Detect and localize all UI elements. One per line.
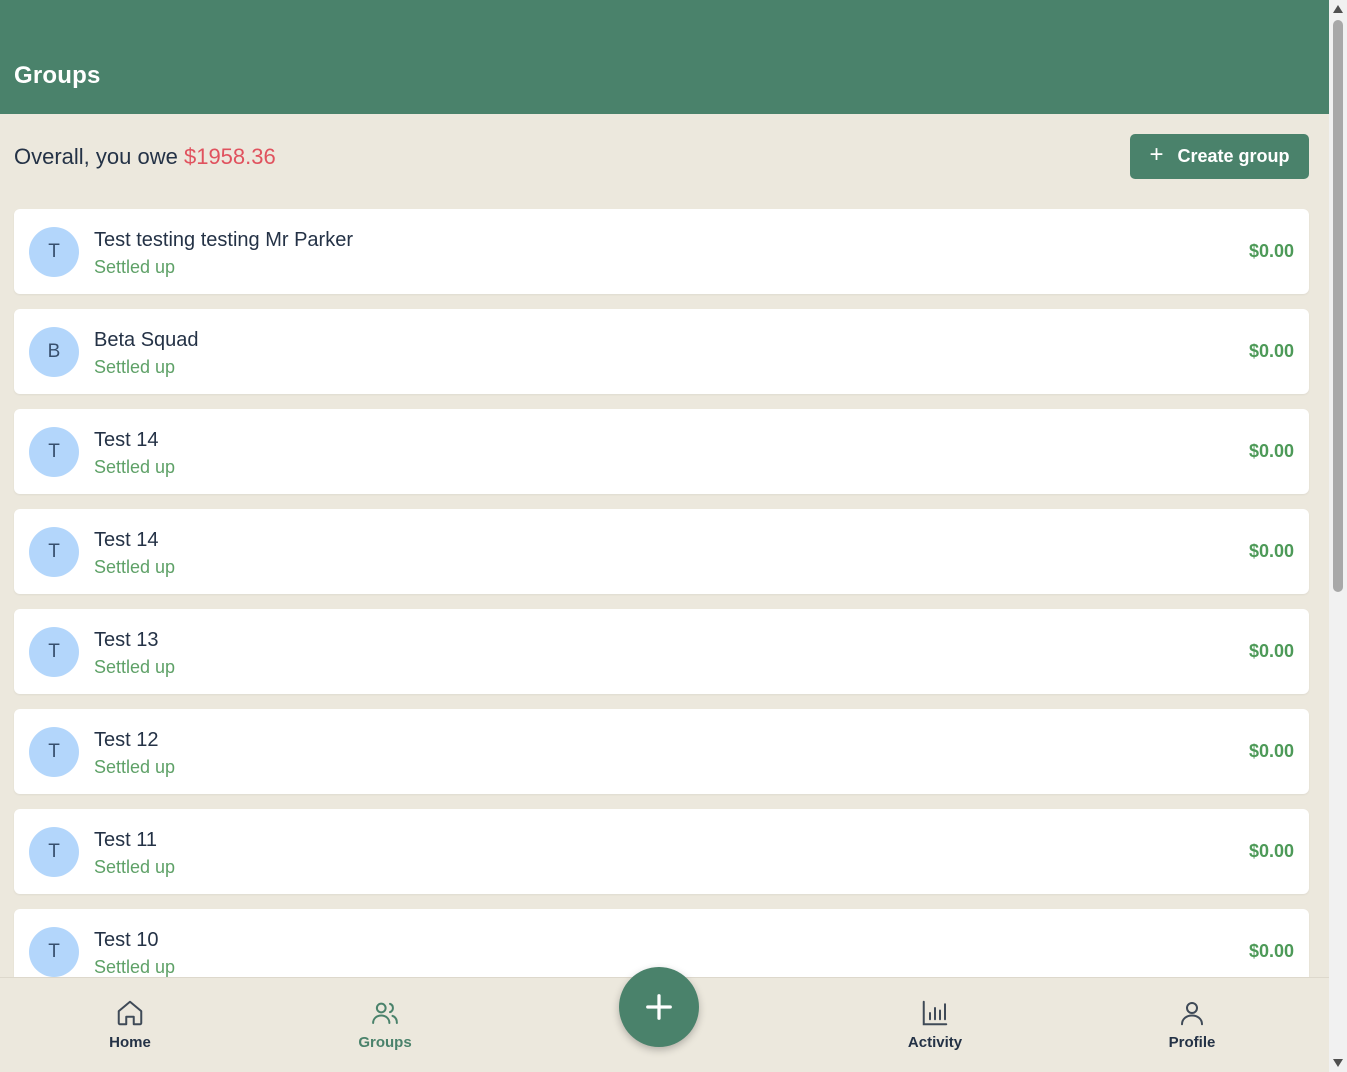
group-card[interactable]: T Test 14 Settled up $0.00 [14, 509, 1309, 594]
nav-home[interactable]: Home [70, 998, 190, 1051]
nav-activity-label: Activity [907, 1034, 963, 1051]
group-status: Settled up [94, 757, 176, 777]
group-name: Test 12 [94, 729, 159, 751]
group-list: T Test testing testing Mr Parker Settled u… [14, 209, 1309, 1009]
group-name: Beta Squad [94, 329, 199, 351]
group-balance: $0.00 [1248, 341, 1294, 361]
group-avatar: T [29, 727, 79, 777]
nav-home-label: Home [109, 1034, 151, 1051]
vertical-scrollbar[interactable] [1329, 0, 1347, 1072]
group-name: Test 14 [94, 429, 159, 451]
nav-profile[interactable]: Profile [1132, 998, 1252, 1051]
group-avatar: T [29, 227, 79, 277]
nav-activity[interactable]: Activity [875, 998, 995, 1051]
summary-prefix: Overall, you owe [14, 144, 184, 169]
group-avatar: T [29, 927, 79, 977]
nav-profile-label: Profile [1168, 1034, 1216, 1051]
group-balance: $0.00 [1248, 741, 1294, 761]
group-status: Settled up [94, 957, 176, 977]
group-avatar: T [29, 427, 79, 477]
users-icon [372, 1002, 398, 1024]
home-icon [117, 1000, 143, 1026]
nav-groups[interactable]: Groups [325, 998, 445, 1051]
group-name: Test 10 [94, 929, 159, 951]
group-balance: $0.00 [1248, 841, 1294, 861]
group-card[interactable]: T Test 11 Settled up $0.00 [14, 809, 1309, 894]
group-avatar: B [29, 327, 79, 377]
group-status: Settled up [94, 357, 176, 377]
scroll-up-arrow-icon[interactable] [1333, 5, 1343, 13]
balance-summary: Overall, you owe $1958.36 [14, 144, 276, 170]
group-balance: $0.00 [1248, 641, 1294, 661]
user-icon [1181, 1002, 1203, 1026]
group-status: Settled up [94, 457, 176, 477]
scroll-down-arrow-icon[interactable] [1333, 1059, 1343, 1067]
group-name: Test 11 [94, 829, 157, 851]
bottom-nav: Home Groups Activity Profile [0, 967, 1329, 1072]
group-name: Test 14 [94, 529, 159, 551]
group-balance: $0.00 [1248, 241, 1294, 261]
group-balance: $0.00 [1248, 441, 1294, 461]
page-title: Groups [14, 62, 101, 89]
group-avatar: T [29, 527, 79, 577]
app-root: Groups Overall, you owe $1958.36 + Creat… [0, 0, 1329, 1072]
group-status: Settled up [94, 857, 176, 877]
summary-row: Overall, you owe $1958.36 + Create group [0, 114, 1329, 209]
group-card[interactable]: T Test 14 Settled up $0.00 [14, 409, 1309, 494]
group-avatar: T [29, 627, 79, 677]
owed-amount: $1958.36 [183, 144, 276, 169]
scrollbar-thumb[interactable] [1333, 20, 1343, 592]
group-card[interactable]: T Test testing testing Mr Parker Settled u… [14, 209, 1309, 294]
group-name: Test testing testing Mr Parker [94, 229, 353, 251]
group-avatar: T [29, 827, 79, 877]
group-card[interactable]: T Test 12 Settled up $0.00 [14, 709, 1309, 794]
group-status: Settled up [94, 257, 176, 277]
group-card[interactable]: T Test 13 Settled up $0.00 [14, 609, 1309, 694]
group-card[interactable]: B Beta Squad Settled up $0.00 [14, 309, 1309, 394]
nav-groups-label: Groups [358, 1034, 412, 1051]
plus-icon [646, 994, 672, 1020]
bar-chart-icon [922, 1000, 948, 1026]
plus-icon: + [1149, 141, 1164, 168]
group-balance: $0.00 [1248, 541, 1294, 561]
group-balance: $0.00 [1248, 941, 1294, 961]
group-status: Settled up [94, 557, 176, 577]
group-name: Test 13 [94, 629, 159, 651]
create-group-button[interactable]: + Create group [1130, 134, 1309, 179]
group-status: Settled up [94, 657, 176, 677]
create-group-label: Create group [1177, 146, 1290, 166]
add-expense-button[interactable] [619, 967, 699, 1047]
app-header: Groups [0, 0, 1329, 114]
